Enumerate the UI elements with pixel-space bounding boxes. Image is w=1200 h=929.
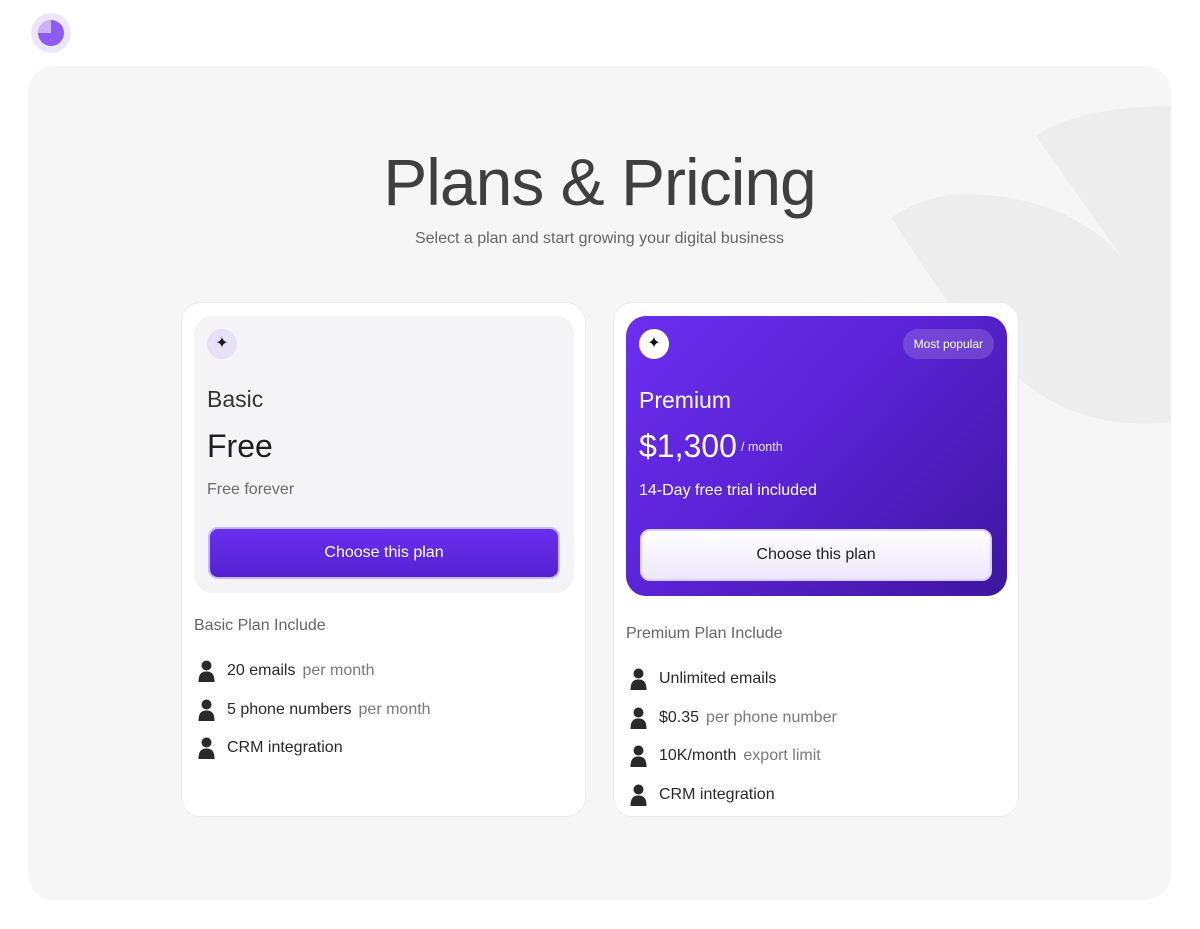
list-item: 10K/month export limit [630,737,837,776]
feature-list: 20 emails per month 5 phone numbers per … [198,652,431,768]
logo-icon [38,20,64,46]
plan-header: ✦ Most popular Premium $1,300 / month 14… [626,316,1007,596]
plan-card-basic: ✦ Basic Free Free forever Choose this pl… [181,302,586,817]
person-icon [198,699,215,721]
page-title: Plans & Pricing [383,145,817,219]
feature-value: CRM integration [659,785,775,803]
person-icon [630,707,647,729]
plan-card-premium: ✦ Most popular Premium $1,300 / month 14… [613,302,1019,817]
list-item: CRM integration [630,776,837,815]
plan-price: $1,300 [639,428,737,464]
pricing-panel: Plans & Pricing Select a plan and start … [28,66,1171,900]
feature-detail: per month [358,700,431,718]
person-icon [630,784,647,806]
list-item: CRM integration [198,729,431,768]
choose-plan-button[interactable]: Choose this plan [208,527,560,579]
includes-title: Basic Plan Include [194,617,326,634]
sparkle-icon: ✦ [207,329,237,359]
person-icon [198,737,215,760]
feature-value: 10K/month [659,747,737,765]
feature-detail: per phone number [706,708,837,726]
plan-header: ✦ Basic Free Free forever Choose this pl… [194,316,574,593]
feature-value: $0.35 [659,708,700,726]
brand-logo[interactable] [31,13,71,53]
list-item: 5 phone numbers per month [198,691,431,730]
popular-badge: Most popular [902,329,994,359]
feature-value: Unlimited emails [659,670,777,688]
includes-title: Premium Plan Include [626,625,783,642]
pricing-page: Plans & Pricing Select a plan and start … [0,0,1200,929]
plan-price: Free [207,428,273,464]
feature-value: 20 emails [227,662,296,680]
price-unit: / month [741,440,783,454]
list-item: Unlimited emails [630,660,837,699]
feature-value: CRM integration [227,739,343,757]
feature-list: Unlimited emails $0.35 per phone number … [630,660,837,814]
plan-note: 14-Day free trial included [639,482,817,499]
plan-name: Premium [639,387,732,413]
page-subtitle: Select a plan and start growing your dig… [414,230,785,247]
plan-name: Basic [207,386,264,412]
person-icon [630,745,647,768]
feature-detail: export limit [743,747,821,765]
sparkle-icon: ✦ [639,329,669,359]
choose-plan-button[interactable]: Choose this plan [640,529,992,581]
feature-value: 5 phone numbers [227,700,352,718]
person-icon [630,668,647,691]
person-icon [198,660,215,683]
plan-note: Free forever [207,481,295,498]
list-item: 20 emails per month [198,652,431,691]
feature-detail: per month [302,662,375,680]
list-item: $0.35 per phone number [630,699,837,738]
